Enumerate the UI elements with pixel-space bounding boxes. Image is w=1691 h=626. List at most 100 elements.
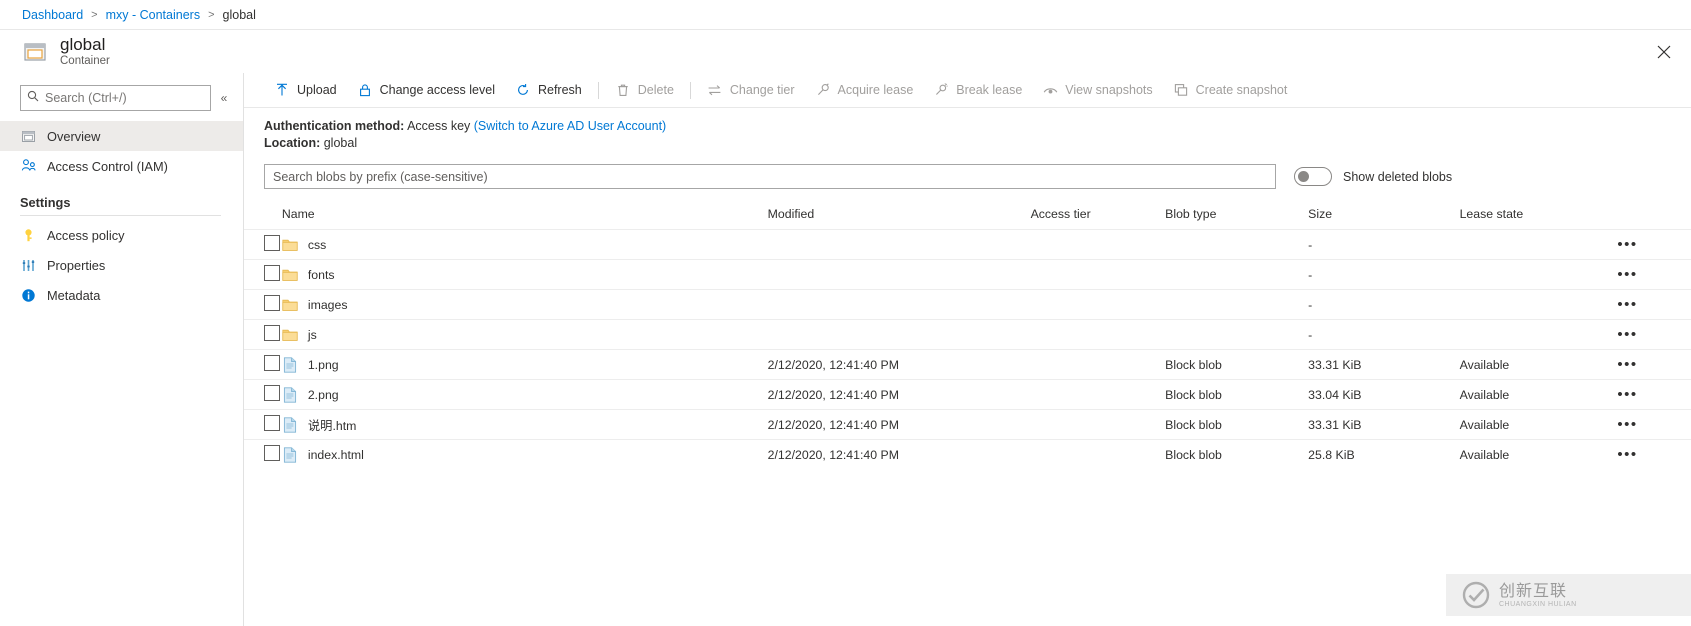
delete-button[interactable]: Delete <box>605 73 684 107</box>
blob-name-link[interactable]: 说明.htm <box>308 416 357 434</box>
table-row[interactable]: images - ••• <box>244 289 1691 320</box>
blob-prefix-search-input[interactable] <box>264 164 1276 189</box>
command-bar: Upload Change access level Refresh Delet… <box>244 73 1691 108</box>
row-checkbox[interactable] <box>264 385 280 401</box>
row-checkbox[interactable] <box>264 415 280 431</box>
blob-name-link[interactable]: css <box>308 238 326 252</box>
toggle-knob <box>1298 171 1309 182</box>
sidebar-item-access-policy[interactable]: Access policy <box>0 220 243 250</box>
cell-modified <box>767 319 1031 350</box>
blob-name-link[interactable]: images <box>308 298 348 312</box>
table-row[interactable]: 2.png 2/12/2020, 12:41:40 PM Block blob 33.… <box>244 379 1691 410</box>
acquire-lease-button[interactable]: Acquire lease <box>805 73 924 107</box>
cell-size: 33.31 KiB <box>1308 349 1460 380</box>
row-more-menu-button[interactable]: ••• <box>1617 296 1637 313</box>
cell-access-tier <box>1030 229 1166 260</box>
blade-header: global Container <box>0 30 1691 73</box>
authentication-method-value: Access key <box>407 119 471 133</box>
blob-name-link[interactable]: 1.png <box>308 358 339 372</box>
change-tier-button[interactable]: Change tier <box>697 73 805 107</box>
search-box[interactable] <box>20 85 211 111</box>
people-icon <box>20 158 37 175</box>
column-header-lease-state[interactable]: Lease state <box>1460 207 1618 230</box>
sidebar-group-settings: Settings <box>20 195 71 210</box>
column-header-modified[interactable]: Modified <box>768 207 1031 230</box>
column-header-name[interactable]: Name <box>282 207 768 230</box>
toolbar-separator <box>689 81 691 99</box>
row-checkbox[interactable] <box>264 295 280 311</box>
change-access-level-button[interactable]: Change access level <box>347 73 505 107</box>
switch-auth-link[interactable]: (Switch to Azure AD User Account) <box>474 119 666 133</box>
row-more-menu-button[interactable]: ••• <box>1617 356 1637 373</box>
table-row[interactable]: 1.png 2/12/2020, 12:41:40 PM Block blob 33.… <box>244 349 1691 380</box>
create-snapshot-button[interactable]: Create snapshot <box>1163 73 1298 107</box>
container-icon <box>22 39 48 65</box>
cell-actions: ••• <box>1617 229 1691 260</box>
close-icon[interactable] <box>1651 39 1677 65</box>
blob-name-link[interactable]: 2.png <box>308 388 339 402</box>
cell-modified: 2/12/2020, 12:41:40 PM <box>767 349 1031 380</box>
row-checkbox[interactable] <box>264 445 280 462</box>
sidebar-item-access-control[interactable]: Access Control (IAM) <box>0 151 243 181</box>
sidebar-item-metadata[interactable]: Metadata <box>0 280 243 310</box>
row-checkbox-cell <box>244 349 282 380</box>
refresh-button[interactable]: Refresh <box>505 73 592 107</box>
row-more-menu-button[interactable]: ••• <box>1617 236 1637 253</box>
break-lease-button[interactable]: Break lease <box>923 73 1032 107</box>
sliders-icon <box>20 257 37 274</box>
cell-blob-type: Block blob <box>1165 379 1309 410</box>
row-checkbox[interactable] <box>264 235 280 251</box>
blob-name-link[interactable]: index.html <box>308 448 364 462</box>
row-checkbox-cell <box>244 289 282 320</box>
table-row[interactable]: 说明.htm 2/12/2020, 12:41:40 PM Block blob 33… <box>244 409 1691 440</box>
column-header-blob-type[interactable]: Blob type <box>1165 207 1308 230</box>
cell-modified <box>767 229 1031 260</box>
row-more-menu-button[interactable]: ••• <box>1617 266 1637 283</box>
trash-icon <box>615 82 631 98</box>
breadcrumb-item-dashboard[interactable]: Dashboard <box>22 8 83 22</box>
row-more-menu-button[interactable]: ••• <box>1617 446 1637 463</box>
row-more-menu-button[interactable]: ••• <box>1617 326 1637 343</box>
breadcrumb-item-containers[interactable]: mxy - Containers <box>106 8 200 22</box>
search-input[interactable] <box>45 91 204 105</box>
row-more-menu-button[interactable]: ••• <box>1617 416 1637 433</box>
view-snapshots-button[interactable]: View snapshots <box>1032 73 1162 107</box>
blob-table: Name Modified Access tier Blob type Size… <box>244 207 1691 470</box>
select-all-header <box>244 207 282 230</box>
cell-modified: 2/12/2020, 12:41:40 PM <box>767 439 1031 470</box>
cell-access-tier <box>1030 319 1166 350</box>
container-icon <box>20 128 37 145</box>
column-header-size[interactable]: Size <box>1308 207 1459 230</box>
row-checkbox-cell <box>244 409 282 440</box>
upload-button[interactable]: Upload <box>264 73 347 107</box>
row-checkbox[interactable] <box>264 325 280 341</box>
table-row[interactable]: fonts - ••• <box>244 259 1691 290</box>
lock-icon <box>357 82 373 98</box>
blob-name-link[interactable]: js <box>308 328 317 342</box>
folder-icon <box>282 326 299 343</box>
blob-name-link[interactable]: fonts <box>308 268 335 282</box>
cell-name: 2.png <box>281 379 768 410</box>
table-row[interactable]: js - ••• <box>244 319 1691 350</box>
row-more-menu-button[interactable]: ••• <box>1617 386 1637 403</box>
cell-blob-type: Block blob <box>1165 439 1309 470</box>
cell-size: 25.8 KiB <box>1308 439 1460 470</box>
cell-lease-state <box>1459 289 1618 320</box>
chevron-double-left-icon[interactable]: « <box>213 85 235 111</box>
sidebar-item-properties[interactable]: Properties <box>0 250 243 280</box>
blob-table-body: css - ••• fonts - ••• images - ••• js - ••• 1.png 2/1… <box>244 229 1691 470</box>
cell-blob-type <box>1165 229 1309 260</box>
sidebar-item-overview[interactable]: Overview <box>0 121 243 151</box>
authentication-method-row: Authentication method: Access key (Switc… <box>264 118 1691 135</box>
toolbar-label: Delete <box>637 83 674 97</box>
row-checkbox[interactable] <box>264 265 280 281</box>
cell-lease-state: Available <box>1459 379 1618 410</box>
table-row[interactable]: css - ••• <box>244 229 1691 260</box>
row-checkbox[interactable] <box>264 355 280 371</box>
cell-actions: ••• <box>1617 379 1691 410</box>
show-deleted-blobs-toggle[interactable] <box>1294 167 1332 186</box>
sidebar-search-row: « <box>0 83 243 113</box>
table-row[interactable]: index.html 2/12/2020, 12:41:40 PM Block bl… <box>244 439 1691 470</box>
toolbar-label: Change access level <box>379 83 495 97</box>
column-header-access-tier[interactable]: Access tier <box>1031 207 1166 230</box>
